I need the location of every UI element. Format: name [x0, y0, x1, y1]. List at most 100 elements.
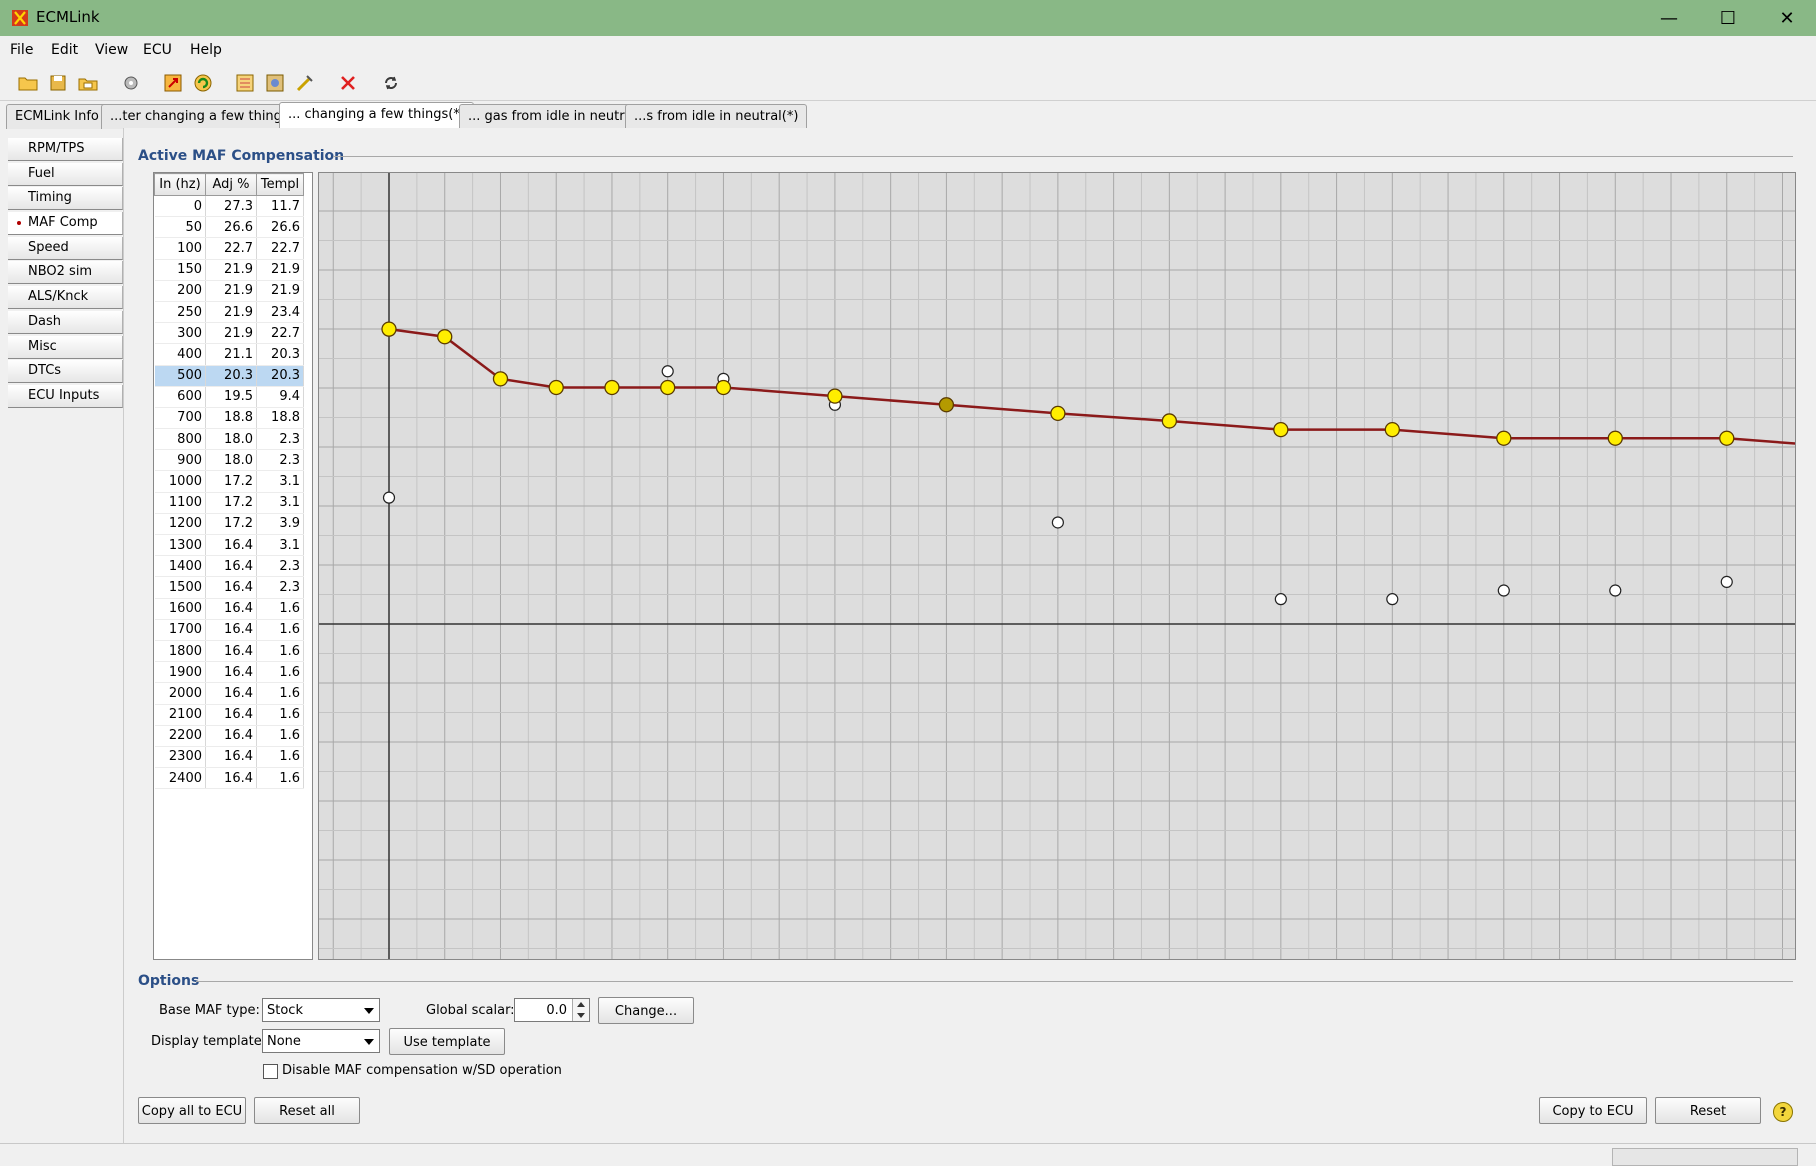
cell-templ[interactable]: 1.6 [256, 598, 304, 620]
maf-chart-canvas[interactable] [319, 173, 1795, 959]
menu-help[interactable]: Help [190, 42, 222, 58]
sidebar-item-dash[interactable]: Dash [8, 310, 123, 334]
tab-gas-idle-neutral[interactable]: ... gas from idle in neutral [459, 104, 646, 129]
use-template-button[interactable]: Use template [389, 1028, 505, 1055]
sidebar-item-dtcs[interactable]: DTCs [8, 360, 123, 384]
save-icon[interactable] [45, 71, 71, 95]
reload-icon[interactable] [378, 71, 404, 95]
sidebar-item-fuel[interactable]: Fuel [8, 162, 123, 186]
menu-ecu[interactable]: ECU [143, 42, 172, 58]
cell-templ[interactable]: 22.7 [256, 237, 304, 260]
table-row[interactable]: 1300 16.4 3.1 [154, 534, 304, 557]
cell-adj-pct[interactable]: 21.9 [205, 322, 257, 345]
cell-templ[interactable]: 2.3 [256, 576, 304, 599]
cell-adj-pct[interactable]: 16.4 [205, 598, 257, 620]
cell-templ[interactable]: 2.3 [256, 449, 304, 472]
maximize-button[interactable]: ☐ [1699, 0, 1757, 36]
table-row[interactable]: 150 21.9 21.9 [154, 259, 304, 281]
cell-in-hz[interactable]: 400 [154, 343, 206, 366]
cell-in-hz[interactable]: 1400 [154, 555, 206, 578]
tools-icon[interactable] [118, 71, 144, 95]
table-row[interactable]: 900 18.0 2.3 [154, 449, 304, 472]
table-row[interactable]: 600 19.5 9.4 [154, 386, 304, 408]
reset-all-button[interactable]: Reset all [254, 1097, 360, 1124]
cell-adj-pct[interactable]: 18.0 [205, 428, 257, 451]
cell-in-hz[interactable]: 1500 [154, 576, 206, 599]
table-row[interactable]: 2300 16.4 1.6 [154, 746, 304, 769]
cell-templ[interactable]: 9.4 [256, 386, 304, 408]
table-row[interactable]: 100 22.7 22.7 [154, 237, 304, 260]
cell-adj-pct[interactable]: 17.2 [205, 492, 257, 514]
cell-adj-pct[interactable]: 16.4 [205, 725, 257, 747]
open-folder-icon[interactable] [15, 71, 41, 95]
cell-adj-pct[interactable]: 17.2 [205, 513, 257, 536]
sidebar-item-maf-comp[interactable]: MAF Comp [8, 212, 123, 236]
maf-table[interactable]: In (hz) Adj % Templ 0 27.3 11.7 50 26.6 26.6 1… [153, 172, 313, 960]
cell-adj-pct[interactable]: 20.3 [205, 365, 257, 387]
cell-adj-pct[interactable]: 16.4 [205, 704, 257, 726]
cell-templ[interactable]: 20.3 [256, 343, 304, 366]
table-row[interactable]: 500 20.3 20.3 [154, 365, 304, 387]
cell-adj-pct[interactable]: 16.4 [205, 555, 257, 578]
sidebar-item-als-knck[interactable]: ALS/Knck [8, 286, 123, 310]
cell-adj-pct[interactable]: 16.4 [205, 746, 257, 769]
cell-templ[interactable]: 20.3 [256, 365, 304, 387]
cell-in-hz[interactable]: 2300 [154, 746, 206, 769]
col-header-adj-pct[interactable]: Adj % [205, 173, 257, 196]
cell-in-hz[interactable]: 250 [154, 301, 206, 324]
cell-templ[interactable]: 3.1 [256, 534, 304, 557]
spinner-arrows-icon[interactable] [572, 999, 589, 1021]
load-map-icon[interactable] [160, 71, 186, 95]
cell-templ[interactable]: 1.6 [256, 619, 304, 641]
cell-adj-pct[interactable]: 18.8 [205, 407, 257, 430]
table-row[interactable]: 1600 16.4 1.6 [154, 598, 304, 620]
cell-in-hz[interactable]: 300 [154, 322, 206, 345]
help-icon[interactable]: ? [1773, 1102, 1793, 1122]
tab-after-changing[interactable]: ...ter changing a few things [101, 104, 298, 129]
cell-in-hz[interactable]: 1300 [154, 534, 206, 557]
cell-in-hz[interactable]: 900 [154, 449, 206, 472]
cell-in-hz[interactable]: 0 [154, 195, 206, 218]
cell-templ[interactable]: 21.9 [256, 280, 304, 302]
cell-templ[interactable]: 3.1 [256, 470, 304, 493]
cell-templ[interactable]: 3.1 [256, 492, 304, 514]
cell-in-hz[interactable]: 1000 [154, 470, 206, 493]
refresh-green-icon[interactable] [190, 71, 216, 95]
table-row[interactable]: 1100 17.2 3.1 [154, 492, 304, 514]
cell-templ[interactable]: 21.9 [256, 259, 304, 281]
table-row[interactable]: 400 21.1 20.3 [154, 343, 304, 366]
cell-in-hz[interactable]: 2400 [154, 767, 206, 790]
cell-templ[interactable]: 23.4 [256, 301, 304, 324]
save-as-icon[interactable] [75, 71, 101, 95]
cell-adj-pct[interactable]: 17.2 [205, 470, 257, 493]
cell-templ[interactable]: 1.6 [256, 704, 304, 726]
table-row[interactable]: 1400 16.4 2.3 [154, 555, 304, 578]
cell-templ[interactable]: 22.7 [256, 322, 304, 345]
cell-in-hz[interactable]: 700 [154, 407, 206, 430]
cell-in-hz[interactable]: 800 [154, 428, 206, 451]
menu-edit[interactable]: Edit [51, 42, 78, 58]
sidebar-item-nbo2-sim[interactable]: NBO2 sim [8, 261, 123, 285]
cell-adj-pct[interactable]: 19.5 [205, 386, 257, 408]
table-row[interactable]: 2100 16.4 1.6 [154, 704, 304, 726]
table-row[interactable]: 0 27.3 11.7 [154, 195, 304, 218]
disable-maf-checkbox[interactable] [263, 1064, 278, 1079]
table-row[interactable]: 200 21.9 21.9 [154, 280, 304, 302]
cell-in-hz[interactable]: 200 [154, 280, 206, 302]
reset-button[interactable]: Reset [1655, 1097, 1761, 1124]
maf-chart[interactable] [318, 172, 1796, 960]
cell-in-hz[interactable]: 1900 [154, 661, 206, 684]
table-row[interactable]: 2000 16.4 1.6 [154, 682, 304, 705]
tab-ecmlink-info[interactable]: ECMLink Info [6, 104, 108, 129]
cell-in-hz[interactable]: 1700 [154, 619, 206, 641]
copy-all-to-ecu-button[interactable]: Copy all to ECU [138, 1097, 246, 1124]
menu-file[interactable]: File [10, 42, 33, 58]
table-row[interactable]: 800 18.0 2.3 [154, 428, 304, 451]
cell-templ[interactable]: 2.3 [256, 428, 304, 451]
table-row[interactable]: 2400 16.4 1.6 [154, 767, 304, 790]
table-row[interactable]: 700 18.8 18.8 [154, 407, 304, 430]
cell-in-hz[interactable]: 2200 [154, 725, 206, 747]
base-maf-select[interactable]: Stock [262, 998, 380, 1022]
cell-adj-pct[interactable]: 22.7 [205, 237, 257, 260]
cell-adj-pct[interactable]: 16.4 [205, 767, 257, 790]
